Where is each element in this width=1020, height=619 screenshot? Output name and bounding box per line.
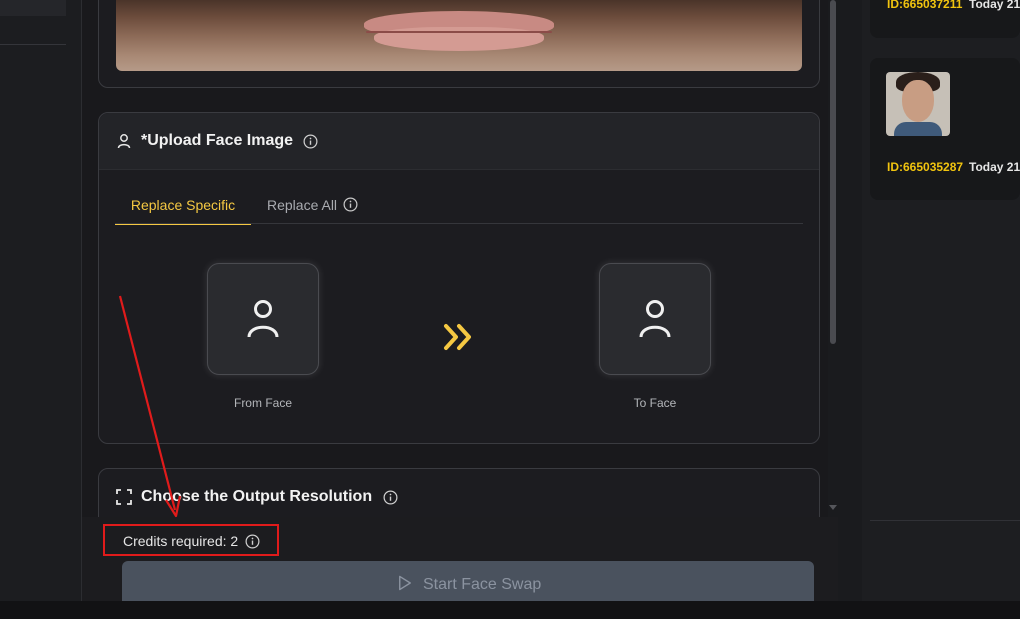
scrollbar-thumb[interactable]: [830, 0, 836, 344]
history-time: Today 21: [969, 160, 1020, 174]
action-bar: Credits required: 2 Start Face Swap: [82, 517, 838, 602]
to-face-upload[interactable]: [599, 263, 711, 375]
to-face-label: To Face: [633, 396, 677, 410]
history-item[interactable]: ID:665035287 Today 21: [870, 58, 1020, 200]
history-panel: ID:665037211 Today 21 ID:665035287 Today…: [862, 0, 1020, 601]
info-icon[interactable]: [383, 490, 398, 505]
double-chevron-right-icon: [444, 324, 471, 350]
play-icon: [399, 575, 411, 591]
sidebar-divider: [0, 44, 66, 45]
main-panel: *Upload Face Image Replace Specific Repl…: [82, 0, 828, 517]
user-icon: [117, 134, 131, 149]
annotation-arrow: [118, 295, 182, 518]
source-image-card: [98, 0, 820, 88]
upload-face-card: *Upload Face Image Replace Specific Repl…: [98, 112, 820, 444]
output-resolution-card: Choose the Output Resolution: [98, 468, 820, 517]
scrollbar[interactable]: [828, 0, 838, 517]
from-face-upload[interactable]: [207, 263, 319, 375]
info-icon[interactable]: [245, 534, 260, 549]
history-id: ID:665037211: [887, 0, 963, 11]
start-face-swap-button[interactable]: Start Face Swap: [122, 561, 814, 602]
info-icon[interactable]: [303, 134, 318, 149]
tab-replace-all[interactable]: Replace All: [267, 197, 358, 213]
tabs-divider: [115, 223, 803, 224]
tab-replace-specific[interactable]: Replace Specific: [115, 197, 251, 225]
history-thumbnail[interactable]: [886, 72, 950, 136]
tab-replace-specific-label: Replace Specific: [130, 197, 236, 213]
from-face-label: From Face: [233, 396, 292, 410]
user-icon: [639, 300, 671, 338]
source-face-image: [116, 0, 802, 71]
left-sidebar: [0, 0, 82, 619]
history-time: Today 21: [969, 0, 1020, 11]
bottom-strip: [0, 601, 1020, 619]
history-divider: [870, 520, 1020, 521]
upload-face-title: *Upload Face Image: [141, 132, 294, 149]
upload-face-header: *Upload Face Image: [99, 113, 819, 170]
info-icon[interactable]: [343, 197, 358, 212]
history-item[interactable]: ID:665037211 Today 21: [870, 0, 1020, 38]
credits-required-text: Credits required: 2: [123, 533, 239, 549]
user-icon: [247, 300, 279, 338]
tab-replace-all-label: Replace All: [267, 197, 338, 213]
start-face-swap-label: Start Face Swap: [423, 576, 542, 593]
history-id: ID:665035287: [887, 160, 964, 174]
scroll-down-arrow[interactable]: [829, 505, 837, 510]
sidebar-item[interactable]: [0, 0, 66, 16]
